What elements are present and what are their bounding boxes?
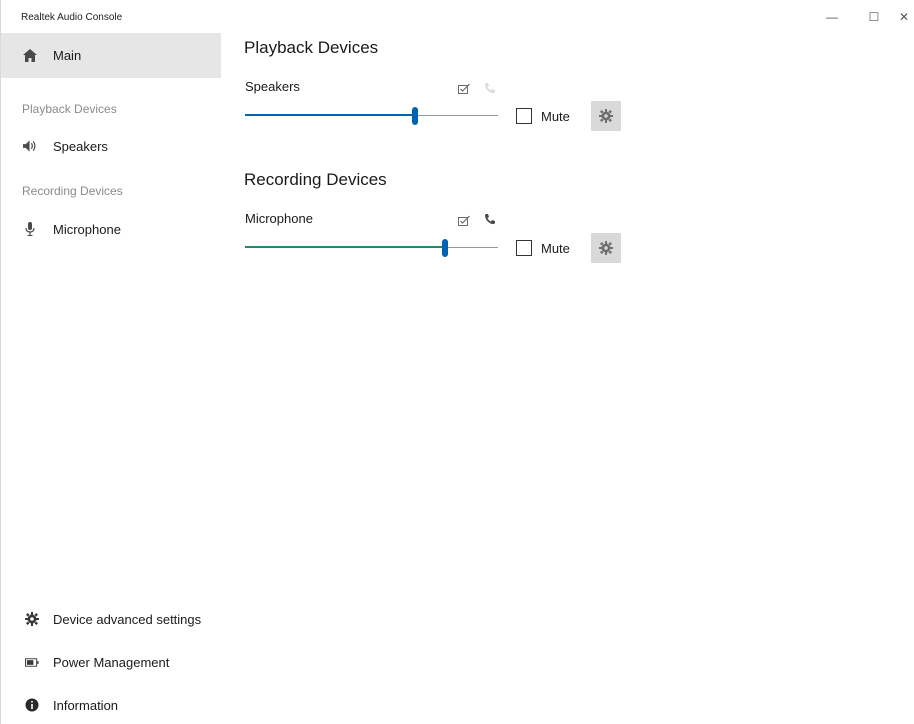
sidebar-item-microphone[interactable]: Microphone bbox=[1, 207, 221, 251]
gear-icon bbox=[599, 241, 613, 255]
sidebar: Main Playback Devices Speakers Recording… bbox=[1, 32, 221, 724]
set-default-icon[interactable] bbox=[457, 213, 471, 227]
window-title: Realtek Audio Console bbox=[21, 12, 123, 23]
slider-fill bbox=[245, 114, 415, 116]
sidebar-item-label: Information bbox=[53, 697, 119, 713]
playback-device-name: Speakers bbox=[245, 79, 300, 94]
home-icon bbox=[23, 49, 37, 63]
phone-icon[interactable] bbox=[483, 212, 497, 226]
sidebar-item-label: Microphone bbox=[53, 221, 121, 237]
battery-icon bbox=[25, 655, 39, 669]
sidebar-item-main[interactable]: Main bbox=[1, 33, 221, 78]
title-bar: Realtek Audio Console — ☐ ✕ bbox=[1, 0, 914, 32]
slider-fill bbox=[245, 246, 445, 248]
recording-volume-slider[interactable] bbox=[245, 238, 498, 258]
speaker-icon bbox=[23, 139, 37, 153]
recording-mute-checkbox[interactable] bbox=[516, 240, 532, 256]
info-icon bbox=[25, 698, 39, 712]
sidebar-section-playback: Playback Devices bbox=[22, 102, 117, 116]
sidebar-item-label: Power Management bbox=[53, 654, 170, 670]
recording-section-title: Recording Devices bbox=[244, 170, 387, 189]
gear-icon bbox=[25, 612, 39, 626]
playback-settings-button[interactable] bbox=[591, 101, 621, 131]
sidebar-item-information[interactable]: Information bbox=[1, 689, 221, 721]
app-window: Realtek Audio Console — ☐ ✕ Main Playbac… bbox=[0, 0, 914, 724]
phone-icon bbox=[483, 81, 497, 95]
maximize-button[interactable]: ☐ bbox=[859, 6, 889, 28]
sidebar-item-advanced-settings[interactable]: Device advanced settings bbox=[1, 603, 221, 635]
recording-mute-label: Mute bbox=[541, 241, 570, 256]
slider-thumb[interactable] bbox=[442, 239, 448, 257]
set-default-icon[interactable] bbox=[457, 81, 471, 95]
sidebar-item-label: Main bbox=[53, 48, 82, 63]
playback-mute-checkbox[interactable] bbox=[516, 108, 532, 124]
sidebar-item-power-management[interactable]: Power Management bbox=[1, 646, 221, 678]
close-button[interactable]: ✕ bbox=[899, 6, 914, 28]
minimize-button[interactable]: — bbox=[817, 6, 847, 28]
playback-mute-label: Mute bbox=[541, 109, 570, 124]
sidebar-item-speakers[interactable]: Speakers bbox=[1, 124, 221, 168]
sidebar-item-label: Speakers bbox=[53, 138, 108, 154]
microphone-icon bbox=[23, 222, 37, 236]
sidebar-section-recording: Recording Devices bbox=[22, 184, 123, 198]
gear-icon bbox=[599, 109, 613, 123]
playback-volume-slider[interactable] bbox=[245, 106, 498, 126]
sidebar-item-label: Device advanced settings bbox=[53, 611, 202, 627]
playback-section-title: Playback Devices bbox=[244, 38, 379, 57]
recording-settings-button[interactable] bbox=[591, 233, 621, 263]
recording-device-name: Microphone bbox=[245, 211, 313, 226]
slider-thumb[interactable] bbox=[412, 107, 418, 125]
